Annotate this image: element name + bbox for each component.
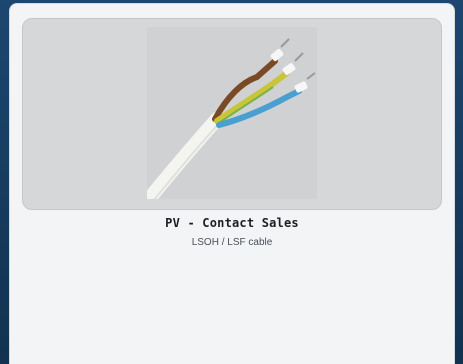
product-image-frame[interactable] — [22, 18, 442, 210]
product-card[interactable]: PV - Contact Sales LSOH / LSF cable — [9, 3, 455, 364]
product-subtitle: LSOH / LSF cable — [191, 237, 273, 248]
cable-photo-icon — [142, 27, 317, 206]
product-title[interactable]: PV - Contact Sales — [10, 216, 454, 230]
